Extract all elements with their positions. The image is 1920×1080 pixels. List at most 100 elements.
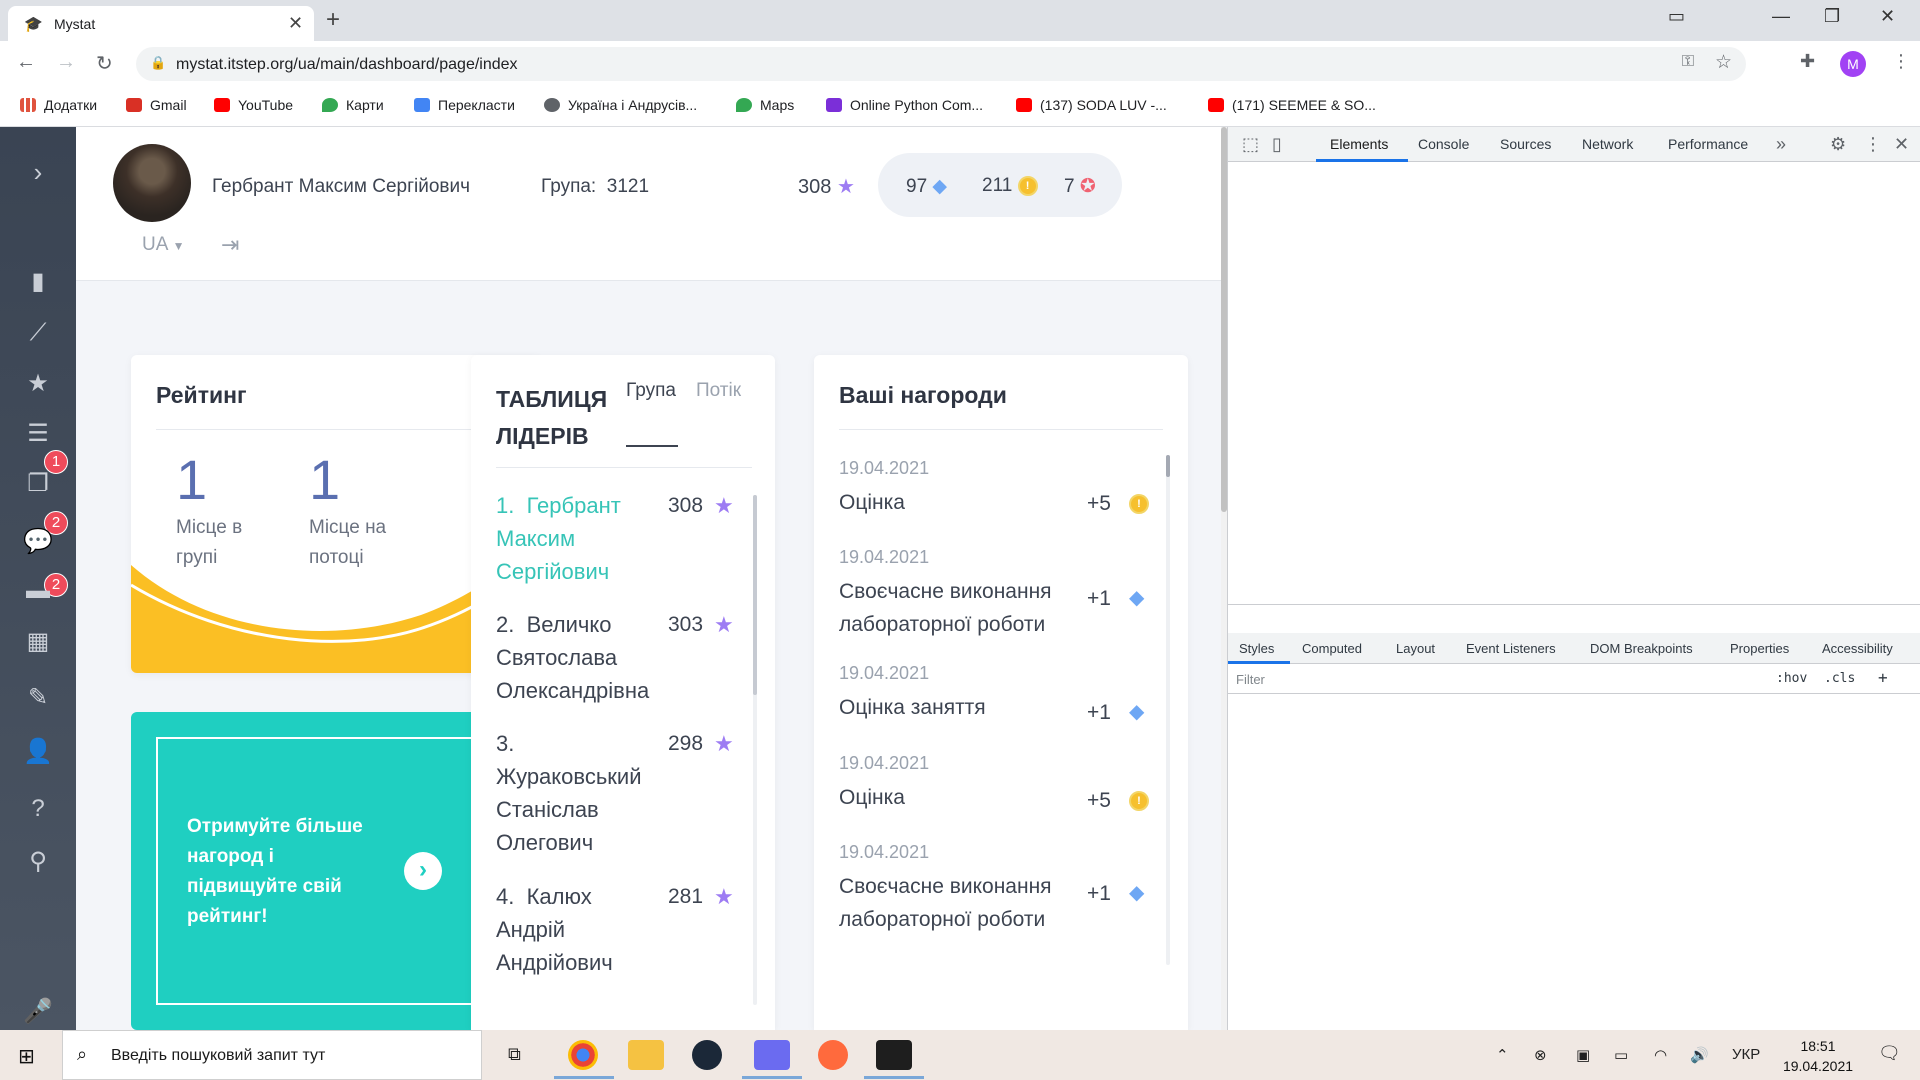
wifi-icon[interactable]: ◠ [1654, 1046, 1667, 1064]
stars-count: 308 ★ [798, 174, 855, 199]
file-explorer-icon[interactable] [628, 1040, 664, 1070]
user-profile-icon[interactable]: 👤 [0, 737, 76, 766]
back-icon[interactable]: ← [16, 51, 36, 74]
windows-taskbar: ⊞ ⌕ Введіть пошуковий запит тут ⧉ ⌃ ⊗ ▣ … [0, 1030, 1920, 1080]
bookmark-soda-luv[interactable]: (137) SODA LUV -... [1016, 97, 1167, 113]
location-pin-icon[interactable]: ⚲ [0, 847, 76, 876]
volume-icon[interactable]: 🔊 [1690, 1046, 1709, 1064]
devtools-tab-sources[interactable]: Sources [1500, 136, 1551, 152]
bookmark-label: Додатки [44, 97, 98, 113]
notifications-icon[interactable]: 🗨 [1878, 1043, 1901, 1064]
subtab-computed[interactable]: Computed [1302, 641, 1362, 656]
extensions-puzzle-icon[interactable]: ✚ [1800, 51, 1815, 72]
devtools-tab-performance[interactable]: Performance [1668, 136, 1748, 152]
bookmark-gmail[interactable]: Gmail [126, 97, 187, 113]
currency-pill: 97 ◆ 211 ! 7 ✪ [878, 153, 1122, 217]
key-icon[interactable]: ⚿ [1682, 53, 1694, 71]
bar-chart-icon[interactable]: ▮ [0, 267, 76, 296]
leaderboard-scrollbar[interactable] [753, 495, 757, 695]
star-icon[interactable]: ★ [0, 369, 76, 398]
origin-icon[interactable] [818, 1040, 848, 1070]
bookmark-apps[interactable]: Додатки [20, 97, 97, 113]
battery-icon[interactable]: ▭ [1614, 1046, 1628, 1064]
meet-now-icon[interactable]: ▣ [1576, 1046, 1590, 1064]
new-style-rule-icon[interactable]: + [1878, 668, 1888, 687]
devtools-tab-console[interactable]: Console [1418, 136, 1469, 152]
url-text[interactable]: mystat.itstep.org/ua/main/dashboard/page… [176, 56, 518, 74]
restore-icon[interactable]: ❐ [1824, 6, 1840, 27]
logout-icon[interactable]: ⇥ [221, 232, 239, 258]
devtools-menu-icon[interactable]: ⋮ [1864, 134, 1882, 155]
input-language[interactable]: УКР [1732, 1046, 1760, 1063]
window-close-icon[interactable]: ✕ [1880, 6, 1895, 27]
subtab-styles[interactable]: Styles [1239, 641, 1274, 656]
reload-icon[interactable]: ↻ [96, 51, 113, 76]
devtools-close-icon[interactable]: ✕ [1894, 134, 1909, 155]
language-selector[interactable]: UA ▼ [142, 234, 185, 256]
avatar[interactable] [113, 144, 191, 222]
chat-icon[interactable]: 💬 [0, 527, 76, 556]
network-off-icon[interactable]: ⊗ [1534, 1046, 1547, 1064]
calendar-icon[interactable]: ▦ [0, 627, 76, 656]
windows-start-icon[interactable]: ⊞ [18, 1044, 35, 1069]
forward-icon[interactable]: → [56, 51, 76, 74]
bookmark-youtube[interactable]: YouTube [214, 97, 293, 113]
expand-chevron-icon[interactable]: › [0, 157, 76, 188]
task-view-icon[interactable]: ⧉ [508, 1044, 521, 1065]
bookmark-translate[interactable]: Перекласти [414, 97, 515, 113]
inspect-element-icon[interactable]: ⬚ [1242, 134, 1259, 155]
jetbrains-icon[interactable] [876, 1040, 912, 1070]
bookmark-maps[interactable]: Maps [736, 97, 794, 113]
homework-icon[interactable]: ❐ [0, 469, 76, 498]
awards-scrollbar[interactable] [1166, 455, 1170, 477]
chrome-taskbar-icon[interactable] [568, 1040, 598, 1070]
discord-icon[interactable] [754, 1040, 790, 1070]
bookmark-ukraine[interactable]: Україна і Андрусів... [544, 97, 697, 113]
browser-tab[interactable]: 🎓 Mystat ✕ [8, 6, 314, 41]
filter-input[interactable]: Filter [1236, 672, 1265, 687]
tray-chevron-up-icon[interactable]: ⌃ [1496, 1046, 1509, 1064]
devtools-split-divider[interactable] [1228, 604, 1920, 605]
subtab-properties[interactable]: Properties [1730, 641, 1789, 656]
news-list-icon[interactable]: ☰ [0, 419, 76, 448]
payment-card-icon[interactable]: ▬ [0, 577, 76, 605]
line-chart-icon[interactable]: ⟋ [0, 319, 76, 347]
promo-arrow-icon[interactable]: › [404, 852, 442, 890]
new-tab-icon[interactable]: + [326, 6, 340, 34]
more-tabs-icon[interactable]: » [1776, 134, 1786, 155]
settings-gear-icon[interactable]: ⚙ [1830, 134, 1846, 155]
steam-icon[interactable] [692, 1040, 722, 1070]
minimize-icon[interactable]: — [1772, 6, 1790, 27]
tab-group[interactable]: Група [626, 380, 676, 402]
subtab-accessibility[interactable]: Accessibility [1822, 641, 1893, 656]
cast-icon[interactable]: ▭ [1668, 6, 1685, 27]
gems-value: 97 [906, 176, 928, 197]
bookmark-star-icon[interactable]: ☆ [1715, 51, 1732, 74]
taskbar-search[interactable]: ⌕ Введіть пошуковий запит тут [62, 1030, 482, 1080]
clock-time: 18:51 [1800, 1038, 1836, 1054]
bookmark-python[interactable]: Online Python Com... [826, 97, 983, 113]
pen-icon[interactable]: ✎ [0, 683, 76, 712]
tab-stream[interactable]: Потік [696, 380, 741, 402]
cls-toggle[interactable]: .cls [1824, 671, 1855, 686]
microphone-icon[interactable]: 🎤 [0, 997, 76, 1026]
browser-menu-icon[interactable]: ⋮ [1892, 51, 1910, 72]
subtab-layout[interactable]: Layout [1396, 641, 1435, 656]
address-bar[interactable]: 🔒 mystat.itstep.org/ua/main/dashboard/pa… [136, 47, 1746, 81]
profile-avatar[interactable]: M [1840, 51, 1866, 77]
subtab-event-listeners[interactable]: Event Listeners [1466, 641, 1556, 656]
devtools-panel: ⬚ ▯ Elements Console Sources Network Per… [1227, 127, 1920, 1030]
bookmark-seemee[interactable]: (171) SEEMEE & SO... [1208, 97, 1376, 113]
subtab-dom-breakpoints[interactable]: DOM Breakpoints [1590, 641, 1693, 656]
taskbar-clock[interactable]: 18:51 19.04.2021 [1778, 1036, 1858, 1076]
device-toggle-icon[interactable]: ▯ [1272, 134, 1282, 155]
award-amount: +1 [1087, 587, 1111, 610]
tab-close-icon[interactable]: ✕ [288, 13, 303, 34]
badges-value: 7 [1064, 176, 1075, 197]
help-question-icon[interactable]: ? [0, 795, 76, 823]
devtools-tab-network[interactable]: Network [1582, 136, 1633, 152]
hov-toggle[interactable]: :hov [1776, 671, 1807, 686]
bookmark-maps-ua[interactable]: Карти [322, 97, 384, 113]
devtools-tab-elements[interactable]: Elements [1330, 136, 1388, 152]
styles-filter-bar: Filter :hov .cls + [1228, 664, 1920, 694]
